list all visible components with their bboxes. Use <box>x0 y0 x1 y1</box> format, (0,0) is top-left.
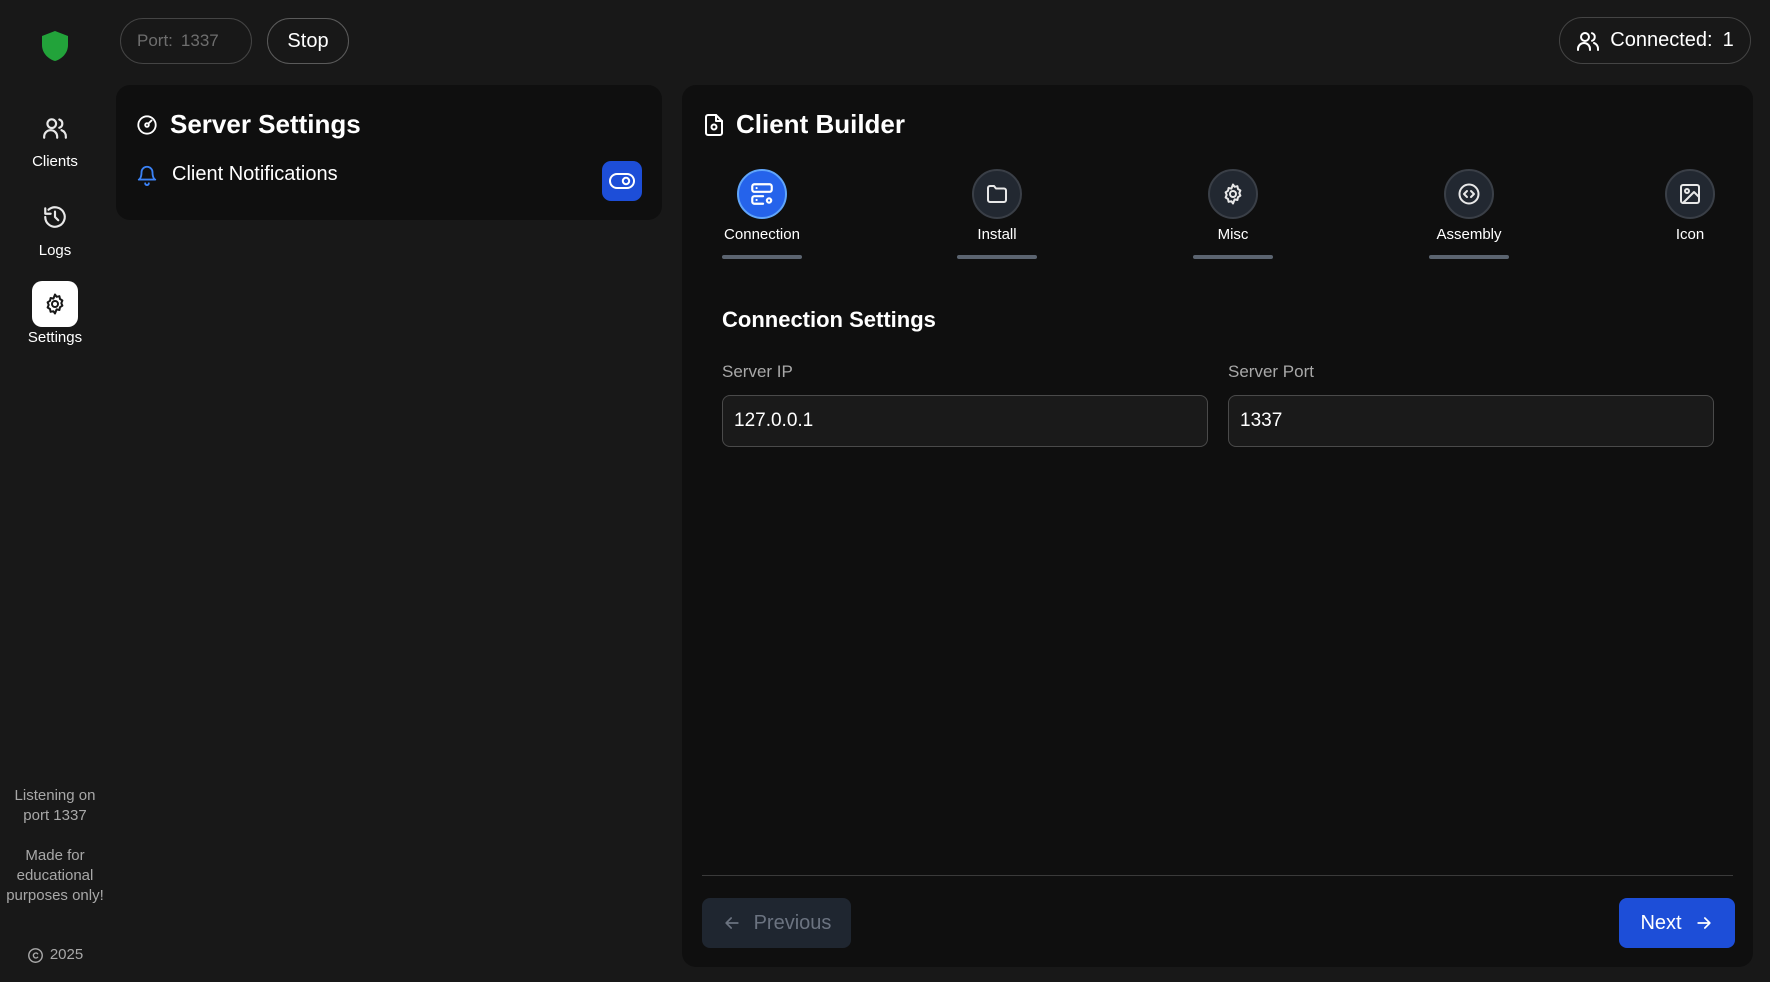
port-value: 1337 <box>180 31 219 50</box>
step-label: Install <box>977 226 1017 243</box>
step-progress-bar <box>957 255 1037 259</box>
server-port-label: Server Port <box>1228 362 1314 381</box>
users-icon <box>1576 29 1600 53</box>
step-icon[interactable]: Icon <box>1650 169 1730 243</box>
step-label: Assembly <box>1436 226 1502 243</box>
listening-status: Listening on port 1337 <box>14 787 96 824</box>
sidebar-item-clients[interactable]: Clients <box>0 105 110 170</box>
previous-button[interactable]: Previous <box>702 898 851 948</box>
server-ip-input[interactable] <box>722 395 1208 447</box>
bell-icon <box>136 164 158 186</box>
image-icon <box>1665 169 1715 219</box>
gear-icon <box>32 281 78 327</box>
next-label: Next <box>1640 911 1682 934</box>
panel-title: Client Builder <box>736 109 906 139</box>
client-builder-header: Client Builder <box>704 109 905 140</box>
server-port-input[interactable] <box>1228 395 1714 447</box>
sidebar: Clients Logs Settings Listening on port … <box>0 0 110 982</box>
step-progress-bar <box>1193 255 1273 259</box>
shield-icon <box>39 29 71 63</box>
step-misc[interactable]: Misc <box>1193 169 1273 259</box>
code-circle-icon <box>1444 169 1494 219</box>
port-field[interactable]: Port: 1337 <box>120 18 252 64</box>
copyright-icon <box>27 947 44 964</box>
disclaimer-text: Made for educational purposes only! <box>6 847 104 904</box>
server-settings-header: Server Settings <box>136 109 361 140</box>
sidebar-item-label: Logs <box>38 242 72 259</box>
arrow-left-icon <box>722 913 742 933</box>
history-icon <box>32 194 78 240</box>
gauge-icon <box>136 114 158 136</box>
connected-label: Connected: <box>1610 29 1713 51</box>
server-gear-icon <box>737 169 787 219</box>
client-notifications-label: Client Notifications <box>172 163 338 185</box>
step-label: Icon <box>1675 226 1705 243</box>
section-title: Connection Settings <box>722 307 936 332</box>
notifications-toggle[interactable] <box>602 161 642 201</box>
sidebar-item-logs[interactable]: Logs <box>0 194 110 259</box>
client-builder-panel: Client Builder Connection Install Misc A… <box>682 85 1753 967</box>
folder-icon <box>972 169 1022 219</box>
sidebar-item-settings[interactable]: Settings <box>0 281 110 346</box>
sidebar-item-label: Clients <box>32 153 78 170</box>
step-label: Misc <box>1217 226 1249 243</box>
step-progress-bar <box>1429 255 1509 259</box>
toggle-on-icon <box>609 173 635 189</box>
gear-icon <box>1208 169 1258 219</box>
server-ip-label: Server IP <box>722 362 793 381</box>
divider <box>702 875 1733 876</box>
panel-title: Server Settings <box>170 109 361 139</box>
copyright-year: 2025 <box>49 946 84 963</box>
stop-button[interactable]: Stop <box>267 18 349 64</box>
sidebar-item-label: Settings <box>27 329 83 346</box>
users-icon <box>32 105 78 151</box>
file-code-icon <box>704 113 724 137</box>
step-install[interactable]: Install <box>957 169 1037 259</box>
arrow-right-icon <box>1694 913 1714 933</box>
previous-label: Previous <box>753 911 832 934</box>
server-settings-panel: Server Settings Client Notifications <box>116 85 662 220</box>
port-label: Port: <box>137 31 173 50</box>
step-connection[interactable]: Connection <box>722 169 802 259</box>
copyright: 2025 <box>0 945 110 965</box>
step-progress-bar <box>722 255 802 259</box>
next-button[interactable]: Next <box>1619 898 1735 948</box>
step-label: Connection <box>724 226 800 243</box>
connected-status[interactable]: Connected: 1 <box>1559 17 1751 64</box>
step-assembly[interactable]: Assembly <box>1429 169 1509 259</box>
connected-count: 1 <box>1722 29 1734 51</box>
client-notifications-row: Client Notifications <box>136 163 338 186</box>
